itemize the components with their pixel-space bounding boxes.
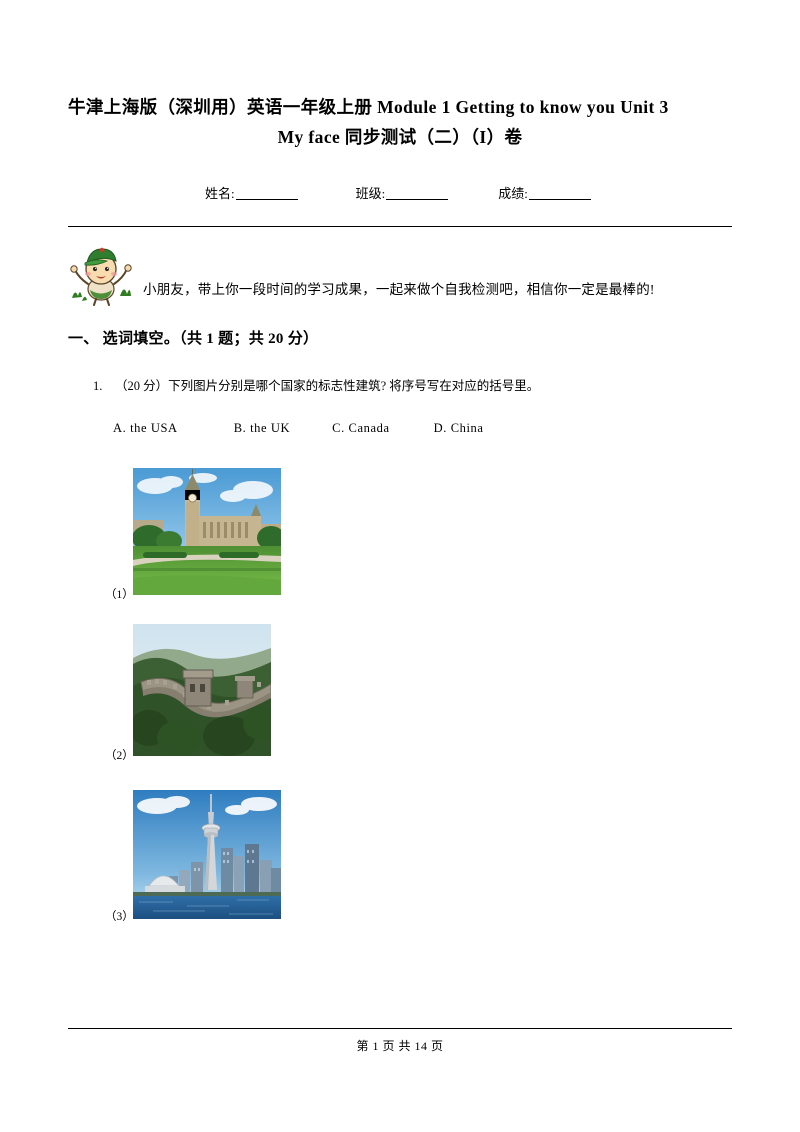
- field-score-blank[interactable]: [528, 186, 591, 200]
- student-info-row: 姓名: 班级: 成绩:: [205, 183, 625, 202]
- page-footer: 第 1 页 共 14 页: [68, 1028, 732, 1053]
- section-heading: 一、 选词填空。（共 1 题；共 20 分）: [68, 331, 319, 347]
- option-a[interactable]: A. the USA: [113, 421, 178, 436]
- photo-2-great-wall: [133, 624, 271, 756]
- field-score-label: 成绩:: [498, 186, 528, 201]
- photo-1-big-ben: [133, 468, 281, 595]
- field-class: 班级:: [356, 183, 449, 202]
- header-divider: [68, 226, 732, 227]
- field-class-blank[interactable]: [386, 186, 449, 200]
- question-body: （20 分）下列图片分别是哪个国家的标志性建筑? 将序号写在对应的括号里。: [115, 379, 540, 393]
- field-class-label: 班级:: [355, 186, 386, 201]
- field-name-blank[interactable]: [235, 186, 298, 200]
- title-line-2: My face 同步测试（二）（I）卷: [277, 127, 523, 147]
- document-page: 牛津上海版（深圳用）英语一年级上册 Module 1 Getting to kn…: [0, 0, 800, 1132]
- question-text: 1. （20 分）下列图片分别是哪个国家的标志性建筑? 将序号写在对应的括号里。: [93, 375, 539, 394]
- question-options: A. the USA B. the UK C. Canada D. China: [113, 421, 484, 436]
- field-name: 姓名:: [205, 183, 298, 202]
- title-line-1: 牛津上海版（深圳用）英语一年级上册 Module 1 Getting to kn…: [68, 97, 669, 117]
- option-b[interactable]: B. the UK: [234, 421, 290, 436]
- option-d[interactable]: D. China: [434, 421, 484, 436]
- document-title: 牛津上海版（深圳用）英语一年级上册 Module 1 Getting to kn…: [68, 92, 732, 152]
- image-label-1: （1）: [105, 589, 134, 601]
- image-label-3: （3）: [105, 911, 134, 923]
- page-number: 第 1 页 共 14 页: [356, 1039, 444, 1053]
- field-name-label: 姓名:: [205, 186, 235, 201]
- mascot-illustration: [68, 244, 140, 306]
- image-label-2: （2）: [105, 750, 134, 762]
- greeting-text: 小朋友，带上你一段时间的学习成果，一起来做个自我检测吧，相信你一定是最棒的!: [143, 282, 655, 297]
- field-score: 成绩:: [498, 183, 591, 202]
- option-c[interactable]: C. Canada: [332, 421, 389, 436]
- photo-3-cn-tower: [133, 790, 281, 919]
- question-number: 1.: [93, 379, 103, 393]
